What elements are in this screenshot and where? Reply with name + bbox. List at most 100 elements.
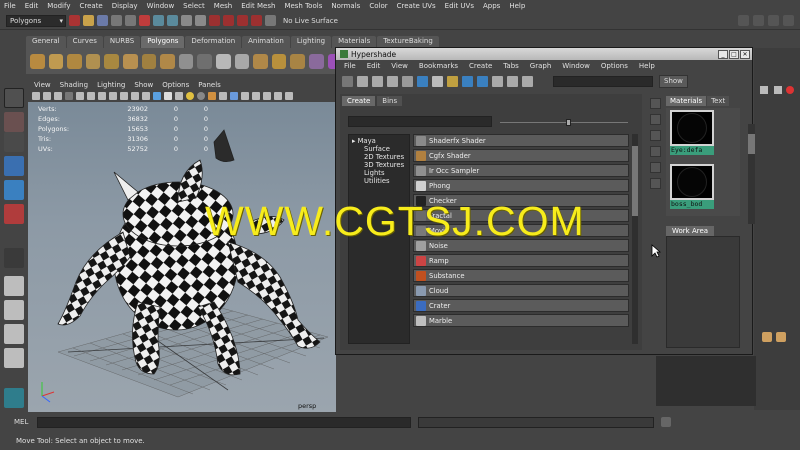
tool-settings-icon[interactable] [753,15,764,26]
channel-box-icon[interactable] [768,15,779,26]
menu-window[interactable]: Window [147,2,175,10]
wireframe-on-shaded-icon[interactable] [164,92,172,100]
select-hierarchy-icon[interactable] [139,15,150,26]
shadows-icon[interactable] [197,92,205,100]
tree-item-maya[interactable]: ▸ Maya [352,137,406,145]
hypershade-search-input[interactable] [553,75,653,87]
save-scene-icon[interactable] [97,15,108,26]
tab-deformation[interactable]: Deformation [185,36,242,48]
new-scene-icon[interactable] [69,15,80,26]
icon-size-slider[interactable] [500,119,628,126]
input-output-icon[interactable] [492,75,503,87]
tree-item-lights[interactable]: Lights [352,169,406,177]
viewport-menu-options[interactable]: Options [162,81,189,89]
hypershade-menu-tabs[interactable]: Tabs [503,62,519,70]
mask-icon[interactable] [181,15,192,26]
tabs-icon[interactable] [402,75,413,87]
layout-both-icon[interactable] [387,75,398,87]
menu-file[interactable]: File [4,2,16,10]
hypershade-menu-edit[interactable]: Edit [367,62,381,70]
hypershade-menu-file[interactable]: File [344,62,356,70]
work-area-graph[interactable] [666,236,740,348]
node-item-shaderfx-shader[interactable]: Shaderfx Shader [413,134,629,147]
tab-bins[interactable]: Bins [377,96,403,106]
hypershade-titlebar[interactable]: Hypershade _ □ ✕ [336,48,752,60]
layout-single-icon[interactable] [4,276,24,296]
script-editor-icon[interactable] [661,417,671,427]
side-button-2[interactable] [650,114,661,125]
side-button-4[interactable] [650,146,661,157]
resolution-gate-icon[interactable] [98,92,106,100]
snap-grid-icon[interactable] [209,15,220,26]
node-item-phong[interactable]: Phong [413,179,629,192]
viewport-menu-view[interactable]: View [34,81,51,89]
poly-cylinder-icon[interactable] [67,53,82,69]
textured-icon[interactable] [175,92,183,100]
tab-materials[interactable]: Materials [666,96,707,106]
tab-text[interactable]: Text [707,96,730,106]
poly-prism-icon[interactable] [141,53,157,69]
bridge-icon[interactable] [253,53,268,69]
paint-select-icon[interactable] [4,132,24,152]
node-item-marble[interactable]: Marble [413,314,629,327]
tree-item-3d-textures[interactable]: 3D Textures [352,161,406,169]
separate-icon[interactable] [234,53,250,69]
magnet-icon[interactable] [265,15,276,26]
material-swatch[interactable]: boss_bod [670,164,714,209]
show-button[interactable]: Show [659,74,688,88]
menu-edit-mesh[interactable]: Edit Mesh [241,2,275,10]
backface-culling-icon[interactable] [285,92,293,100]
perspective-viewport[interactable]: Verts: 23902 0 0 Edges: 36832 0 0 Polygons: 15653… [28,102,336,412]
snap-point-icon[interactable] [237,15,248,26]
material-swatch[interactable]: Eye:defa [670,110,714,155]
scrollbar-thumb[interactable] [632,146,638,216]
select-object-icon[interactable] [153,15,164,26]
node-item-crater[interactable]: Crater [413,299,629,312]
side-button-3[interactable] [650,130,661,141]
smooth-shade-icon[interactable] [153,92,161,100]
poly-cube-icon[interactable] [48,53,64,69]
image-plane-icon[interactable] [65,92,73,100]
select-component-icon[interactable] [167,15,178,26]
poly-pipe-icon[interactable] [178,53,194,69]
hypershade-menu-graph[interactable]: Graph [530,62,551,70]
layout-side-icon[interactable] [4,324,24,344]
tab-general[interactable]: General [26,36,66,48]
tab-lighting[interactable]: Lighting [290,36,332,48]
poly-sphere-icon[interactable] [30,53,45,69]
field-chart-icon[interactable] [120,92,128,100]
side-button-6[interactable] [650,178,661,189]
menu-modify[interactable]: Modify [47,2,70,10]
menu-set-selector[interactable]: Polygons ▾ [6,14,66,27]
extrude-icon[interactable] [271,53,287,69]
select-tool-icon[interactable] [4,88,24,108]
snap-surface-icon[interactable] [251,15,262,26]
viewport-menu-show[interactable]: Show [134,81,153,89]
hypershade-menu-window[interactable]: Window [562,62,590,70]
output-connections-icon[interactable] [477,75,488,87]
tab-polygons[interactable]: Polygons [141,36,185,48]
combine-icon[interactable] [215,53,231,69]
scrollbar-thumb[interactable] [748,134,755,154]
bookmarks-icon[interactable] [54,92,62,100]
frame-selected-icon[interactable] [522,75,533,87]
menu-edit[interactable]: Edit [25,2,39,10]
hypershade-menu-view[interactable]: View [391,62,408,70]
menu-mesh-tools[interactable]: Mesh Tools [284,2,322,10]
node-item-cloud[interactable]: Cloud [413,284,629,297]
side-button-1[interactable] [650,98,661,109]
slider-handle[interactable] [566,119,571,126]
menu-display[interactable]: Display [112,2,138,10]
menu-help[interactable]: Help [509,2,525,10]
menu-apps[interactable]: Apps [483,2,500,10]
modeling-toolkit-icon[interactable] [783,15,794,26]
hypershade-menu-help[interactable]: Help [639,62,655,70]
menu-create[interactable]: Create [79,2,102,10]
menu-select[interactable]: Select [183,2,205,10]
smooth-icon[interactable] [308,53,324,69]
camera-attributes-icon[interactable] [43,92,51,100]
menu-edit-uvs[interactable]: Edit UVs [445,2,474,10]
close-icon[interactable]: ✕ [740,49,750,59]
tab-curves[interactable]: Curves [66,36,103,48]
node-item-cgfx-shader[interactable]: Cgfx Shader [413,149,629,162]
